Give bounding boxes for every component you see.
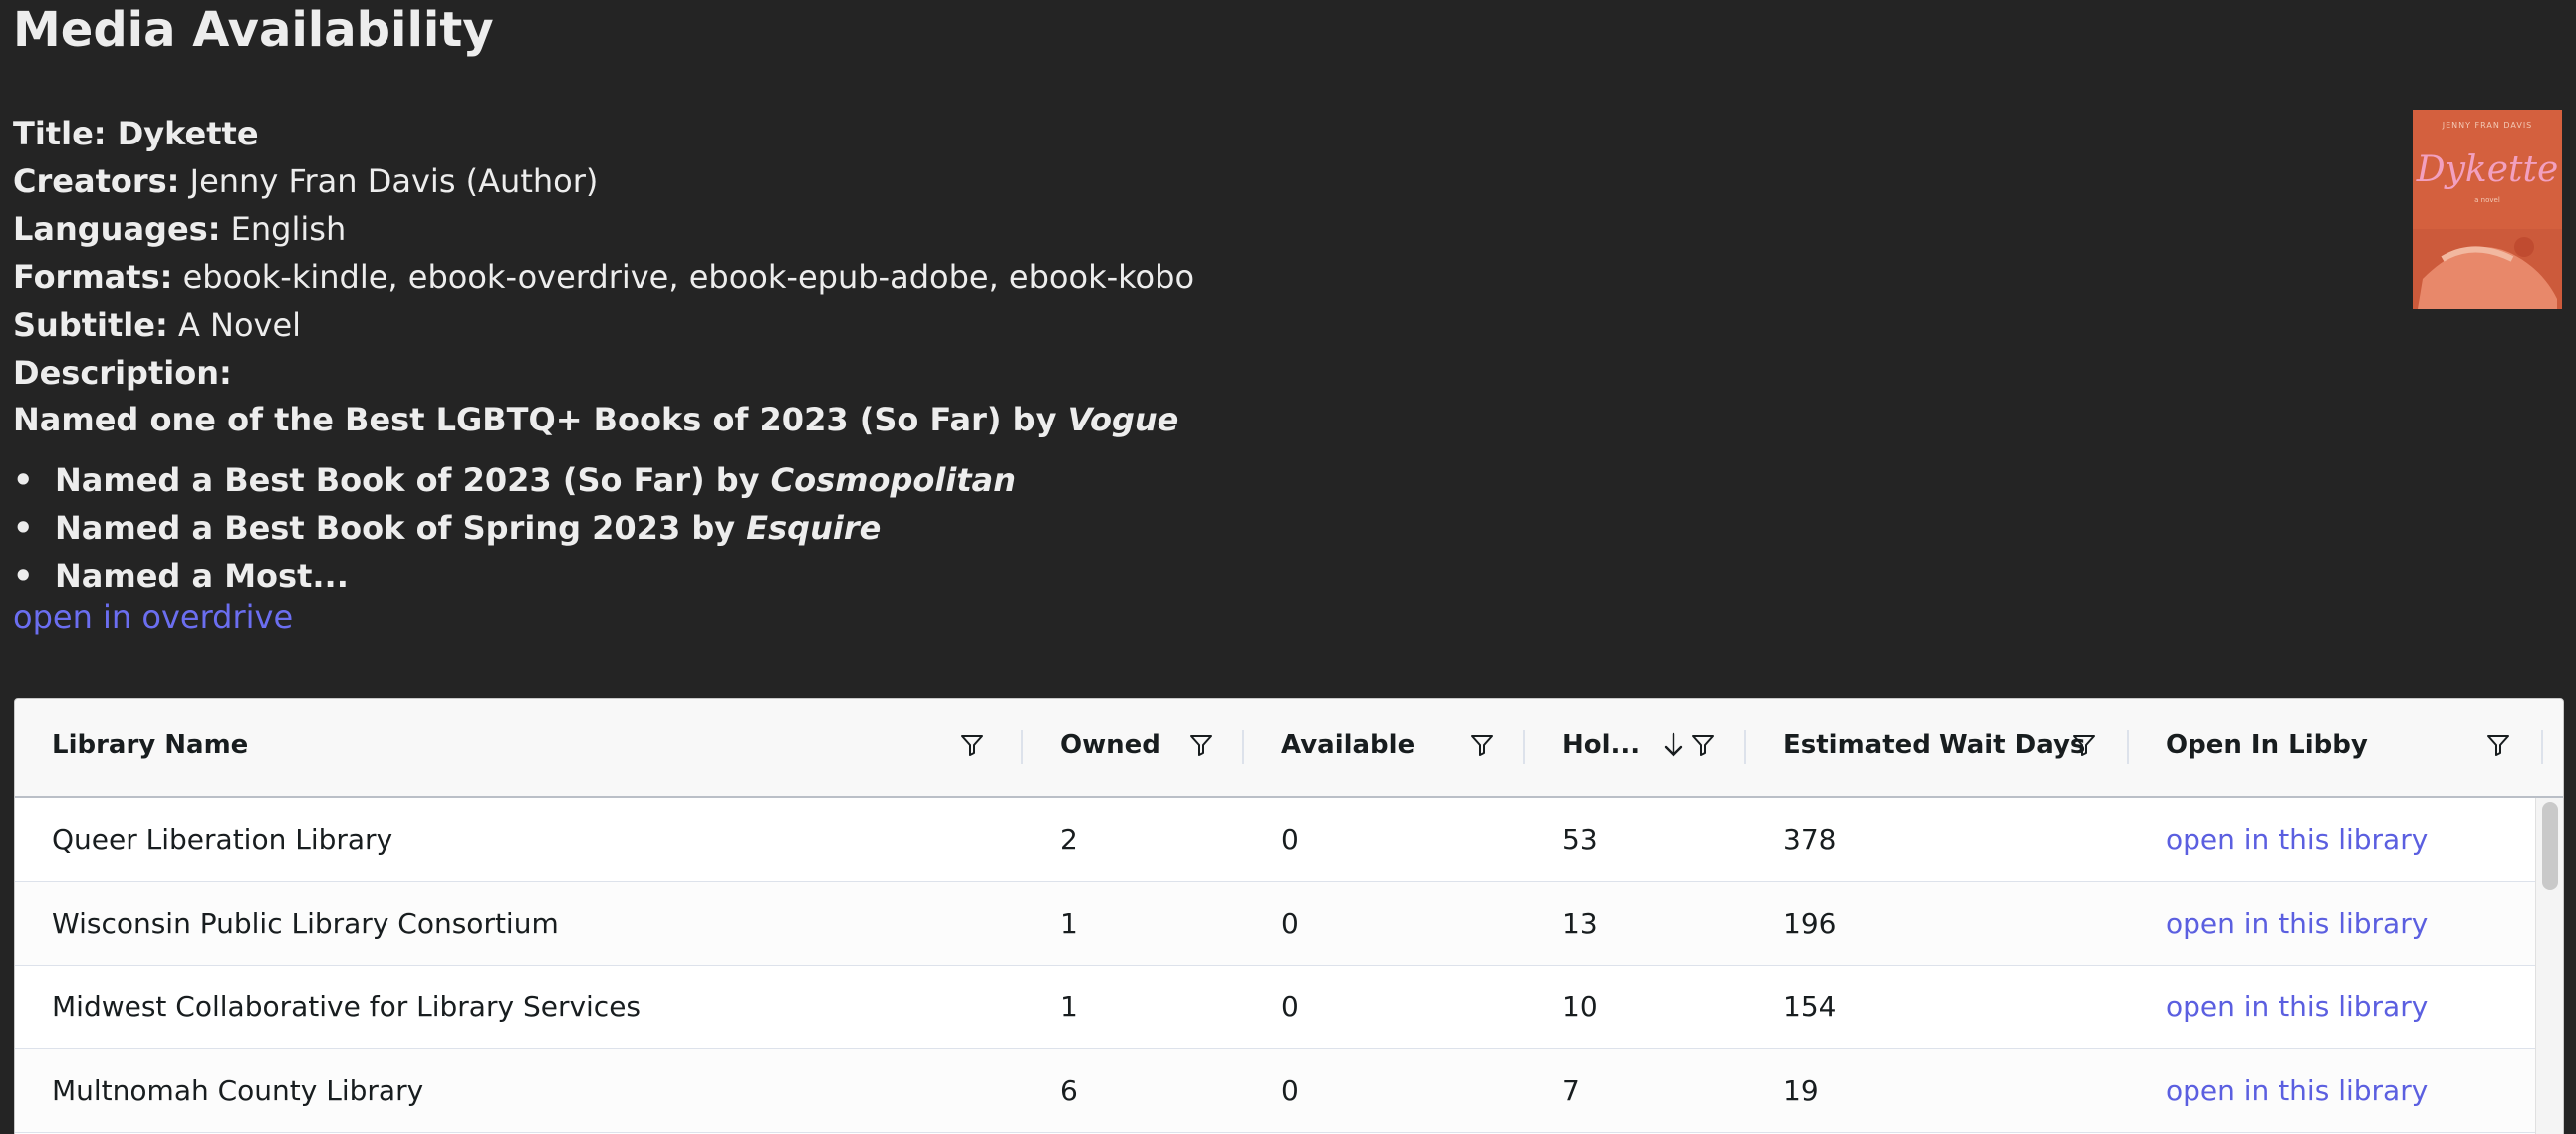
book-cover-image: JENNY FRAN DAVIS Dykette a novel xyxy=(2413,110,2562,309)
cell-open-in-libby: open in this library xyxy=(2166,882,2428,965)
filter-icon[interactable] xyxy=(2071,732,2097,758)
column-label: Available xyxy=(1281,730,1416,760)
bullet-glyph: • xyxy=(13,461,34,499)
filter-icon[interactable] xyxy=(959,732,985,758)
cell-open-in-libby: open in this library xyxy=(2166,966,2428,1048)
cell-wait-days: 19 xyxy=(1783,1074,1819,1107)
filter-icon[interactable] xyxy=(1469,732,1495,758)
cell-open-in-libby: open in this library xyxy=(2166,798,2428,881)
page-title: Media Availability xyxy=(13,2,494,58)
cell-library-name: Wisconsin Public Library Consortium xyxy=(52,907,559,940)
filter-icon[interactable] xyxy=(1690,732,1716,758)
media-availability-page: Media Availability Title: Dykette Creato… xyxy=(0,0,2576,1134)
cell-available: 0 xyxy=(1281,1074,1299,1107)
table-header: Library Name Owned Available Hol... Esti… xyxy=(15,699,2563,798)
meta-creators-label: Creators: xyxy=(13,162,180,200)
description-item-source: Cosmopolitan xyxy=(770,461,1016,499)
cell-available: 0 xyxy=(1281,823,1299,856)
column-separator[interactable] xyxy=(2541,730,2543,764)
meta-creators-value: Jenny Fran Davis (Author) xyxy=(189,162,599,200)
meta-formats-value: ebook-kindle, ebook-overdrive, ebook-epu… xyxy=(182,258,1195,296)
cover-author: JENNY FRAN DAVIS xyxy=(2442,121,2533,130)
cell-holds: 10 xyxy=(1562,991,1598,1023)
cell-owned: 6 xyxy=(1060,1074,1078,1107)
scrollbar-thumb[interactable] xyxy=(2542,802,2558,890)
cell-owned: 2 xyxy=(1060,823,1078,856)
filter-icon[interactable] xyxy=(1188,732,1214,758)
description-lead-text: Named one of the Best LGBTQ+ Books of 20… xyxy=(13,401,1068,438)
cell-available: 0 xyxy=(1281,991,1299,1023)
cover-figure-head xyxy=(2514,237,2534,257)
open-in-this-library-link[interactable]: open in this library xyxy=(2166,823,2428,856)
column-header-library-name[interactable]: Library Name xyxy=(15,699,1023,796)
table-row[interactable]: Midwest Collaborative for Library Servic… xyxy=(15,966,2535,1049)
column-label: Owned xyxy=(1060,730,1160,760)
book-cover-art: JENNY FRAN DAVIS Dykette a novel xyxy=(2413,110,2562,309)
description-lead-source: Vogue xyxy=(1067,401,1179,438)
cell-available: 0 xyxy=(1281,907,1299,940)
column-header-open-in-libby[interactable]: Open In Libby xyxy=(2129,699,2543,796)
column-label: Hol... xyxy=(1562,730,1641,760)
cell-library-name: Multnomah County Library xyxy=(52,1074,424,1107)
cover-title: Dykette xyxy=(2416,149,2559,190)
description-list-item: • Named a Best Book of Spring 2023 by Es… xyxy=(13,504,1016,552)
meta-description-row: Description: xyxy=(13,349,1194,397)
arrow-down-icon[interactable] xyxy=(1661,730,1686,760)
description-list: • Named a Best Book of 2023 (So Far) by … xyxy=(13,456,1016,600)
column-label: Estimated Wait Days xyxy=(1783,730,2086,760)
meta-title-label: Title: xyxy=(13,115,107,152)
description-list-item: • Named a Most... xyxy=(13,552,1016,600)
cell-open-in-libby: open in this library xyxy=(2166,1049,2428,1132)
filter-icon[interactable] xyxy=(2485,732,2511,758)
description-item-source: Esquire xyxy=(746,509,882,547)
cell-owned: 1 xyxy=(1060,991,1078,1023)
open-in-overdrive-link[interactable]: open in overdrive xyxy=(13,598,293,636)
cell-wait-days: 196 xyxy=(1783,907,1837,940)
column-header-holds[interactable]: Hol... xyxy=(1525,699,1746,796)
cell-library-name: Midwest Collaborative for Library Servic… xyxy=(52,991,642,1023)
library-availability-table: Library Name Owned Available Hol... Esti… xyxy=(14,698,2564,1134)
table-scrollbar[interactable] xyxy=(2535,798,2563,1134)
meta-languages-label: Languages: xyxy=(13,210,221,248)
meta-title-value: Dykette xyxy=(117,115,259,152)
cover-subtitle: a novel xyxy=(2474,196,2500,204)
open-in-this-library-link[interactable]: open in this library xyxy=(2166,1074,2428,1107)
meta-formats-label: Formats: xyxy=(13,258,173,296)
cell-library-name: Queer Liberation Library xyxy=(52,823,393,856)
table-row[interactable]: Queer Liberation Library 2 0 53 378 open… xyxy=(15,798,2535,882)
cell-wait-days: 378 xyxy=(1783,823,1837,856)
description-item-text: Named a Most... xyxy=(55,557,349,595)
column-header-available[interactable]: Available xyxy=(1244,699,1525,796)
meta-languages-value: English xyxy=(230,210,347,248)
description-lead: Named one of the Best LGBTQ+ Books of 20… xyxy=(13,401,1178,438)
open-in-this-library-link[interactable]: open in this library xyxy=(2166,991,2428,1023)
cell-holds: 13 xyxy=(1562,907,1598,940)
bullet-glyph: • xyxy=(13,557,34,595)
meta-creators-row: Creators: Jenny Fran Davis (Author) xyxy=(13,157,1194,205)
description-item-text: Named a Best Book of 2023 (So Far) by xyxy=(55,461,771,499)
column-header-estimated-wait-days[interactable]: Estimated Wait Days xyxy=(1746,699,2129,796)
bullet-glyph: • xyxy=(13,509,34,547)
description-list-item: • Named a Best Book of 2023 (So Far) by … xyxy=(13,456,1016,504)
column-label: Open In Libby xyxy=(2166,730,2368,760)
meta-languages-row: Languages: English xyxy=(13,205,1194,253)
column-label: Library Name xyxy=(52,730,249,760)
table-row[interactable]: Wisconsin Public Library Consortium 1 0 … xyxy=(15,882,2535,966)
cell-owned: 1 xyxy=(1060,907,1078,940)
cell-holds: 7 xyxy=(1562,1074,1580,1107)
meta-formats-row: Formats: ebook-kindle, ebook-overdrive, … xyxy=(13,253,1194,301)
open-in-this-library-link[interactable]: open in this library xyxy=(2166,907,2428,940)
cell-wait-days: 154 xyxy=(1783,991,1837,1023)
column-header-owned[interactable]: Owned xyxy=(1023,699,1244,796)
meta-description-label: Description: xyxy=(13,354,232,392)
meta-subtitle-value: A Novel xyxy=(177,306,302,344)
meta-subtitle-row: Subtitle: A Novel xyxy=(13,301,1194,349)
meta-title-row: Title: Dykette xyxy=(13,110,1194,157)
table-row[interactable]: Multnomah County Library 6 0 7 19 open i… xyxy=(15,1049,2535,1133)
meta-subtitle-label: Subtitle: xyxy=(13,306,168,344)
description-item-text: Named a Best Book of Spring 2023 by xyxy=(55,509,747,547)
media-metadata: Title: Dykette Creators: Jenny Fran Davi… xyxy=(13,110,1194,397)
cell-holds: 53 xyxy=(1562,823,1598,856)
